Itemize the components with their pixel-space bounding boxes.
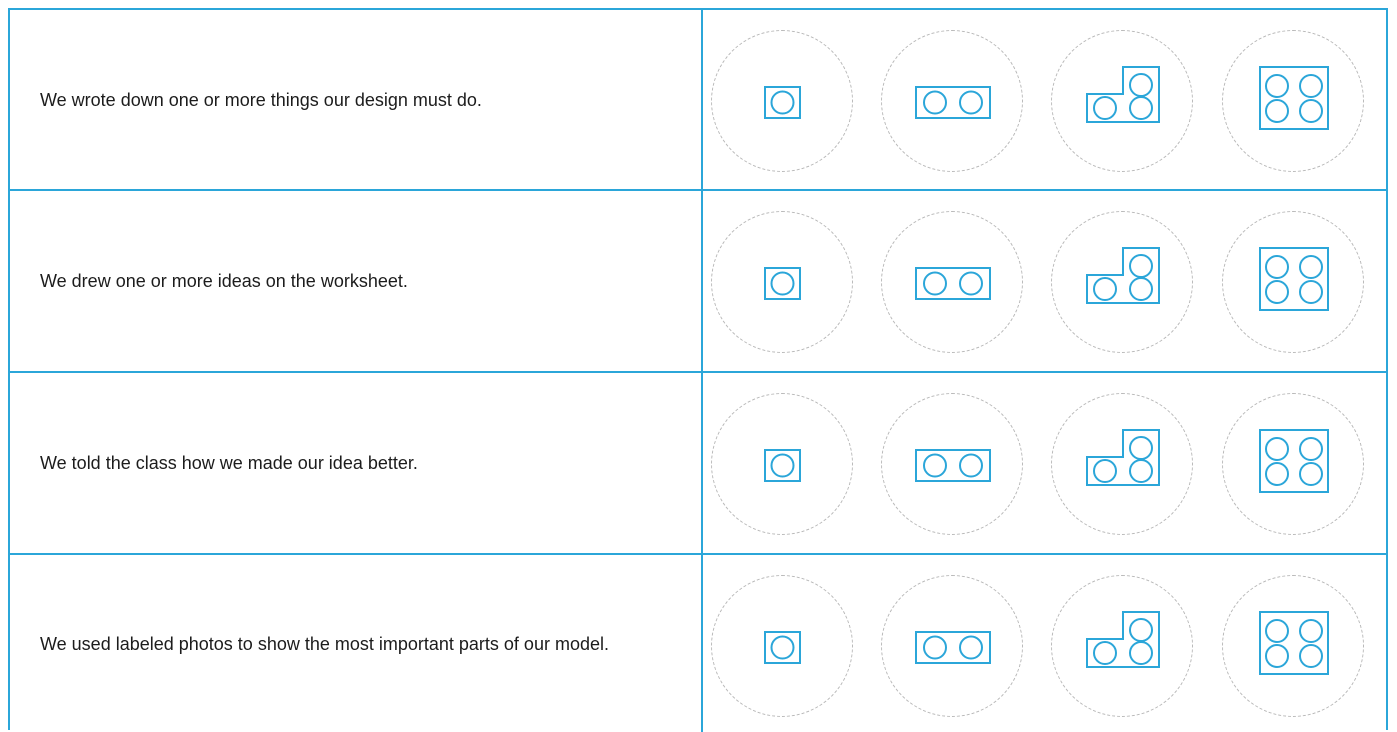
level-option-4[interactable]: [1222, 30, 1364, 172]
one-stud-brick-icon: [764, 267, 801, 300]
two-stud-brick-icon: [915, 267, 991, 300]
level-option-3[interactable]: [1051, 575, 1193, 717]
level-option-4[interactable]: [1222, 575, 1364, 717]
level-options: [10, 10, 1386, 189]
one-stud-brick-icon: [764, 449, 801, 482]
four-stud-brick-icon: [1259, 429, 1329, 493]
level-option-1[interactable]: [711, 30, 853, 172]
four-stud-brick-icon: [1259, 247, 1329, 311]
level-option-2[interactable]: [881, 211, 1023, 353]
level-options: [10, 555, 1386, 732]
one-stud-brick-icon: [764, 631, 801, 664]
level-option-4[interactable]: [1222, 393, 1364, 535]
rubric-row: We used labeled photos to show the most …: [10, 555, 1386, 732]
two-stud-brick-icon: [915, 449, 991, 482]
three-stud-brick-icon: [1086, 611, 1160, 668]
four-stud-brick-icon: [1259, 66, 1329, 130]
one-stud-brick-icon: [764, 86, 801, 119]
three-stud-brick-icon: [1086, 66, 1160, 123]
rubric-table: We wrote down one or more things our des…: [8, 8, 1388, 732]
level-option-1[interactable]: [711, 575, 853, 717]
level-options: [10, 373, 1386, 553]
level-option-3[interactable]: [1051, 211, 1193, 353]
four-stud-brick-icon: [1259, 611, 1329, 675]
level-options: [10, 191, 1386, 371]
rubric-row: We drew one or more ideas on the workshe…: [10, 191, 1386, 373]
level-option-2[interactable]: [881, 30, 1023, 172]
rubric-row: We wrote down one or more things our des…: [10, 10, 1386, 191]
two-stud-brick-icon: [915, 86, 991, 119]
three-stud-brick-icon: [1086, 429, 1160, 486]
level-option-4[interactable]: [1222, 211, 1364, 353]
three-stud-brick-icon: [1086, 247, 1160, 304]
rubric-row: We told the class how we made our idea b…: [10, 373, 1386, 555]
level-option-3[interactable]: [1051, 393, 1193, 535]
level-option-3[interactable]: [1051, 30, 1193, 172]
level-option-2[interactable]: [881, 575, 1023, 717]
two-stud-brick-icon: [915, 631, 991, 664]
level-option-2[interactable]: [881, 393, 1023, 535]
level-option-1[interactable]: [711, 393, 853, 535]
level-option-1[interactable]: [711, 211, 853, 353]
